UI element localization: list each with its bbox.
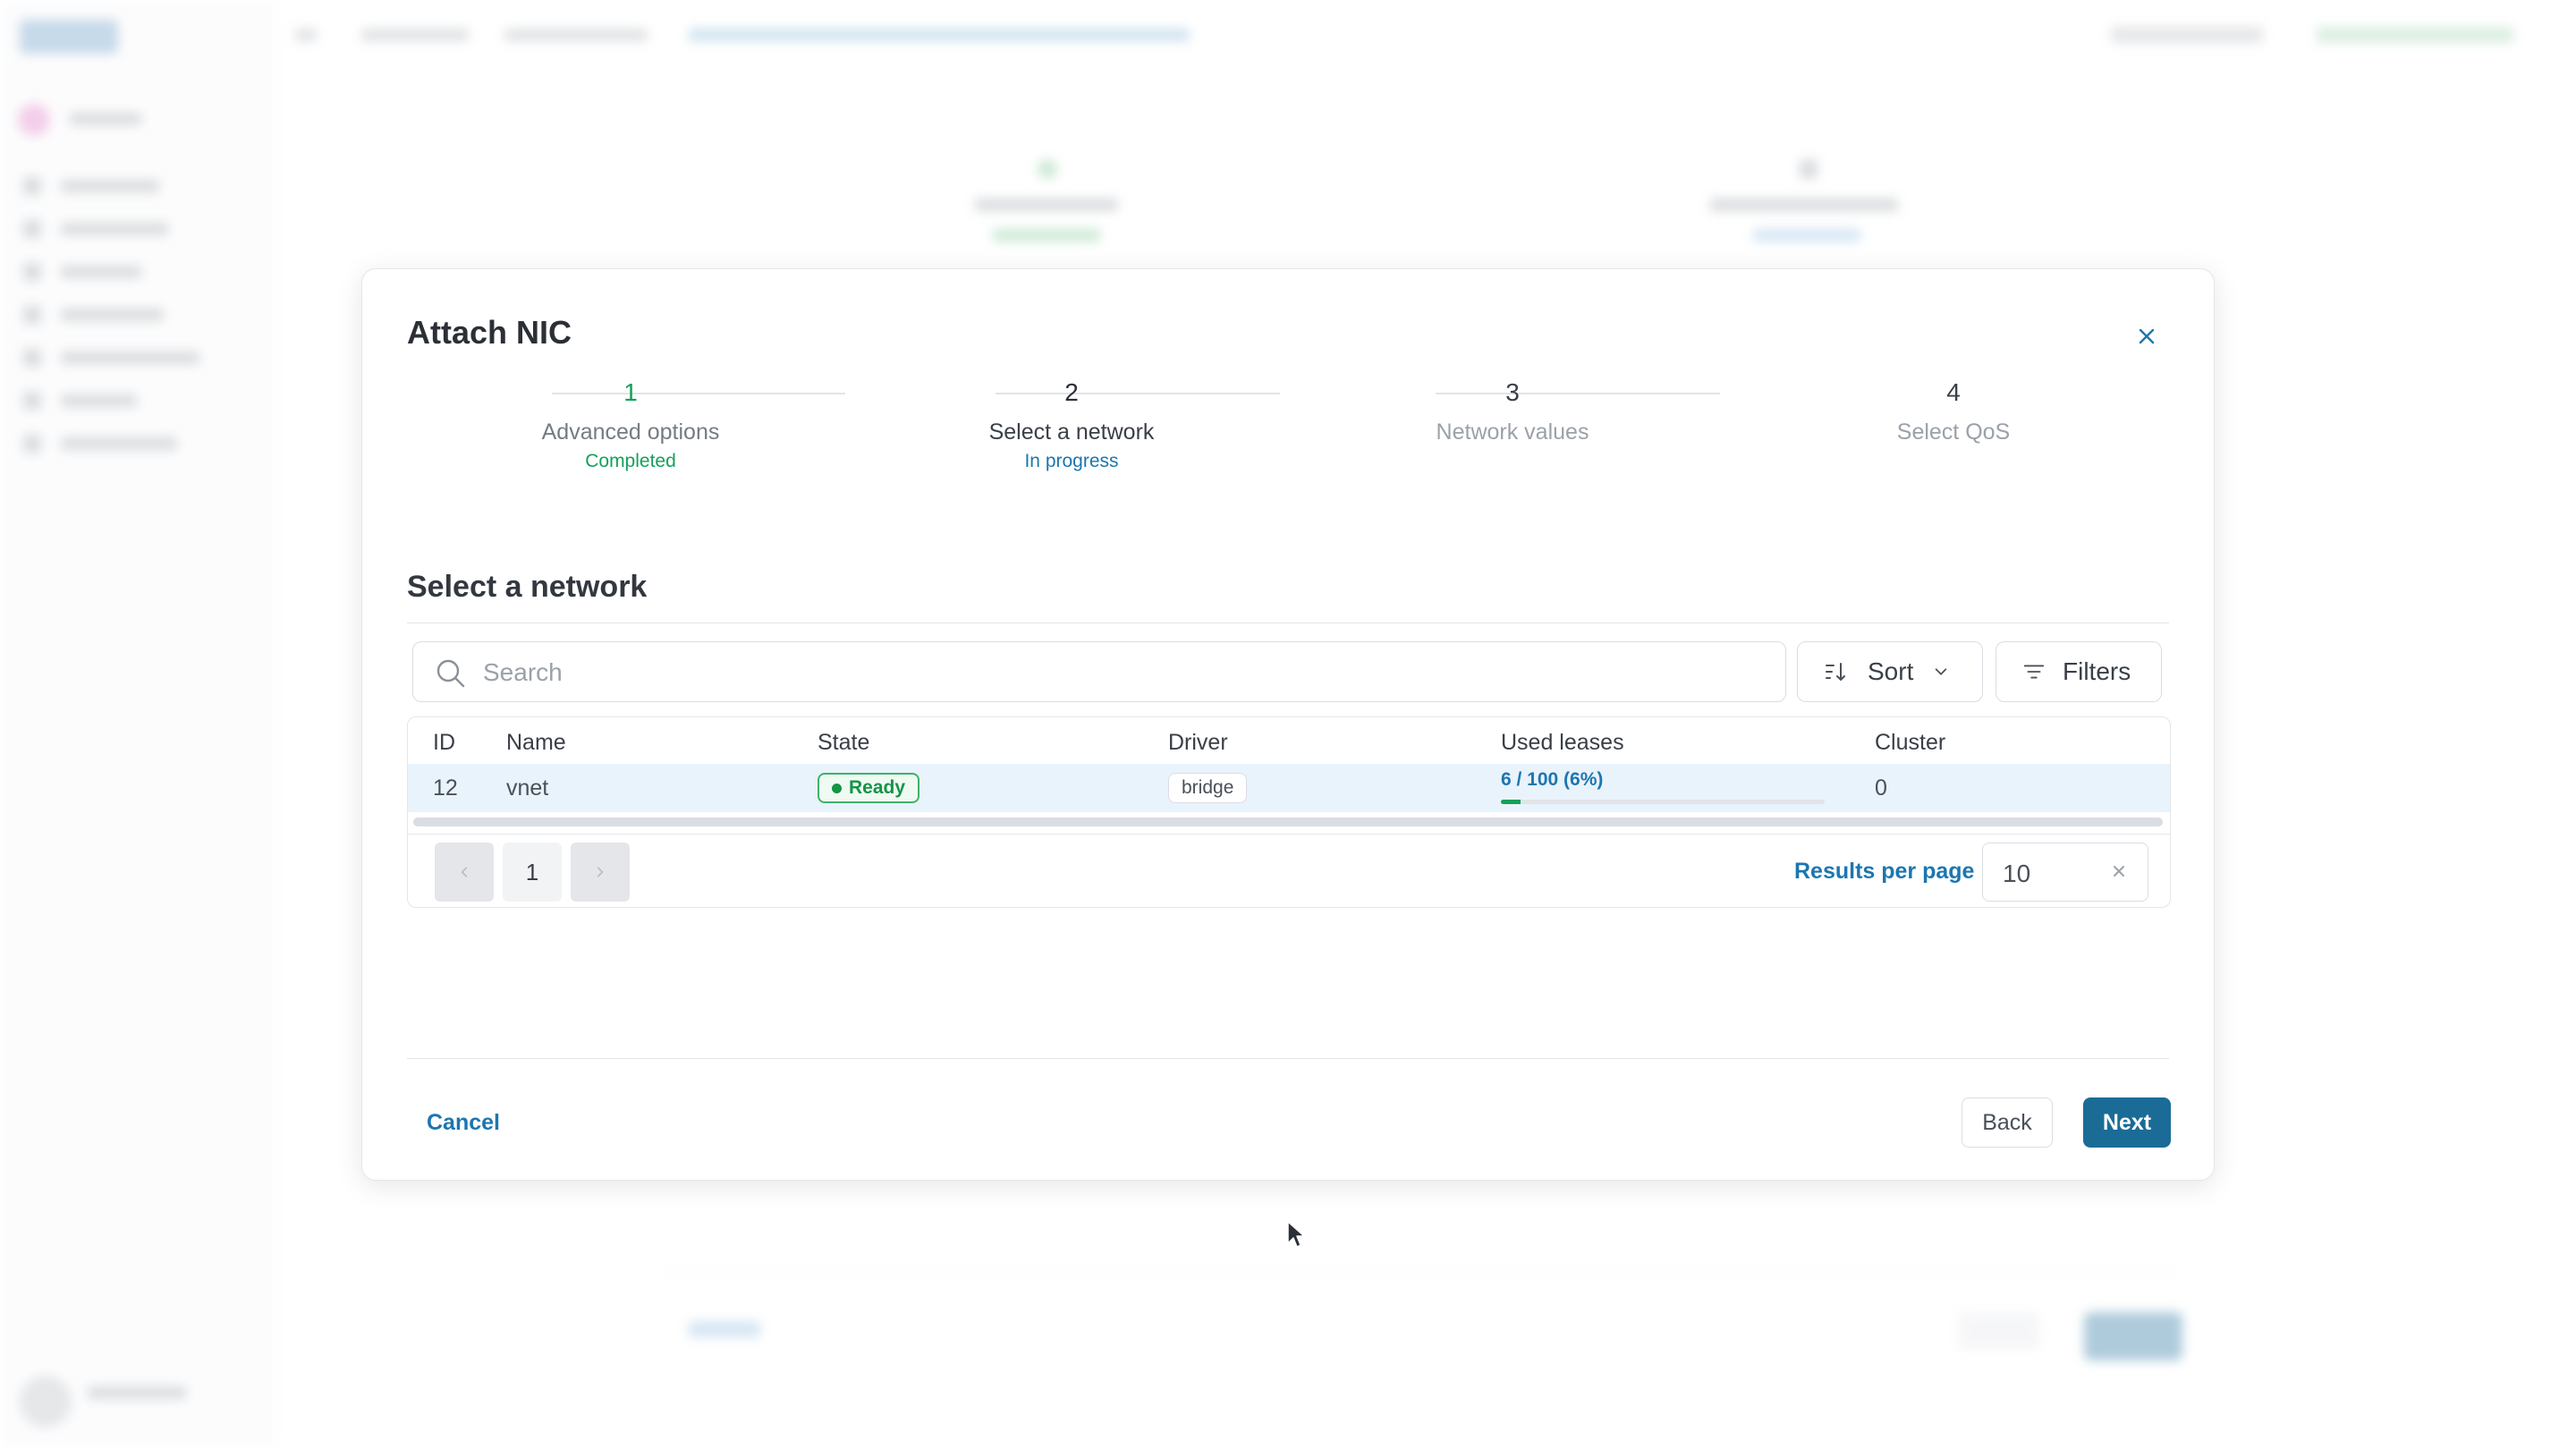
cancel-button[interactable]: Cancel — [407, 1097, 520, 1148]
divider — [407, 1058, 2169, 1059]
status-badge-label: Ready — [849, 777, 906, 798]
search-box[interactable] — [412, 641, 1786, 702]
step-label: Advanced options — [541, 419, 720, 445]
step-number: 4 — [1946, 378, 1961, 406]
sort-label: Sort — [1868, 657, 1914, 685]
status-dot-icon — [832, 783, 842, 793]
section-title: Select a network — [407, 570, 648, 604]
chevron-right-icon — [597, 867, 604, 877]
column-header-cluster[interactable]: Cluster — [1875, 730, 1945, 756]
step-advanced-options: 1 Advanced options Completed — [496, 375, 765, 472]
column-header-name[interactable]: Name — [506, 730, 566, 756]
networks-table: ID Name State Driver Used leases Cluster… — [407, 716, 2171, 908]
search-icon — [436, 659, 465, 688]
chevron-down-icon — [1936, 668, 1947, 675]
driver-badge: bridge — [1168, 773, 1248, 803]
mouse-cursor-icon — [1287, 1221, 1305, 1248]
column-header-driver[interactable]: Driver — [1168, 730, 1228, 756]
step-select-qos: 4 Select QoS — [1819, 375, 2088, 445]
step-number: 3 — [1505, 378, 1520, 406]
search-input[interactable] — [481, 649, 1755, 696]
sort-button[interactable]: Sort — [1797, 641, 1983, 702]
clear-icon[interactable] — [2108, 860, 2130, 882]
table-header: ID Name State Driver Used leases Cluster — [408, 717, 2170, 764]
filters-button[interactable]: Filters — [1996, 641, 2162, 702]
sort-icon — [1826, 663, 1845, 681]
step-label: Select QoS — [1896, 419, 2011, 445]
dialog-title: Attach NIC — [407, 314, 572, 351]
step-number: 1 — [623, 378, 638, 406]
filters-label: Filters — [2063, 657, 2131, 685]
step-status: Completed — [585, 451, 676, 471]
results-per-page-value: 10 — [2003, 860, 2031, 887]
step-label: Network values — [1436, 419, 1589, 445]
status-badge: Ready — [818, 773, 920, 803]
previous-page-button[interactable] — [435, 843, 494, 902]
table-row[interactable]: 12 vnet Ready bridge 6 / 100 (6%) 0 — [408, 764, 2170, 812]
step-label: Select a network — [988, 419, 1155, 445]
next-page-button[interactable] — [571, 843, 630, 902]
used-leases-progress — [1501, 800, 1825, 804]
chevron-left-icon — [461, 867, 468, 877]
close-button[interactable] — [2124, 314, 2169, 359]
horizontal-scrollbar[interactable] — [413, 818, 2163, 826]
step-status: In progress — [1024, 451, 1119, 471]
close-icon — [2139, 328, 2155, 344]
used-leases-text: 6 / 100 (6%) — [1501, 769, 1604, 790]
driver-badge-label: bridge — [1182, 777, 1234, 798]
divider — [408, 834, 2170, 835]
attach-nic-dialog: Attach NIC 1 Advanced options Completed … — [361, 268, 2215, 1181]
step-network-values: 3 Network values — [1378, 375, 1647, 445]
used-leases-progress-fill — [1501, 800, 1521, 804]
cell-id: 12 — [433, 775, 458, 801]
step-number: 2 — [1064, 378, 1079, 406]
next-button[interactable]: Next — [2083, 1097, 2171, 1148]
back-button[interactable]: Back — [1962, 1097, 2053, 1148]
column-header-state[interactable]: State — [818, 730, 869, 756]
results-per-page-select[interactable]: 10 — [1982, 843, 2148, 902]
filter-icon — [2023, 665, 2045, 679]
column-header-id[interactable]: ID — [433, 730, 455, 756]
cell-name: vnet — [506, 775, 549, 801]
step-select-network: 2 Select a network In progress — [937, 375, 1206, 472]
page-button-current[interactable]: 1 — [503, 843, 562, 902]
stepper: 1 Advanced options Completed 2 Select a … — [407, 375, 2169, 482]
results-per-page-label: Results per page — [1794, 859, 1975, 884]
column-header-used-leases[interactable]: Used leases — [1501, 730, 1624, 756]
cell-cluster: 0 — [1875, 775, 1887, 801]
